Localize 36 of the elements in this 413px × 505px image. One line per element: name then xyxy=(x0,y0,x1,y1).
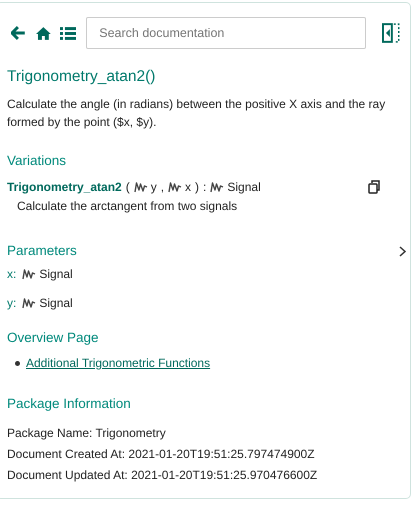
list-icon[interactable] xyxy=(60,26,76,40)
search-field[interactable]: Search documentation xyxy=(86,17,366,49)
chevron-right-icon[interactable] xyxy=(399,246,406,257)
section-heading: Package Information xyxy=(7,395,132,413)
overview-link[interactable]: Additional Trigonometric Functions xyxy=(26,354,210,372)
section-heading: Parameters xyxy=(7,242,78,260)
function-name: Trigonometry_atan2 xyxy=(7,178,122,196)
type-label: x xyxy=(185,178,192,196)
punctuation: ( xyxy=(126,178,130,196)
package-info-line: Document Created At: 2021-01-20T19:51:25.797474900Z xyxy=(7,446,316,464)
description-text: Calculate the angle (in radians) between the positive X axis and the ray formed by the point ($x, $y). xyxy=(7,96,386,132)
signal-icon xyxy=(134,180,148,192)
type-label: y xyxy=(150,178,157,196)
signal-icon xyxy=(168,180,182,192)
parameter-name: y: xyxy=(7,294,16,312)
parameter-name: x: xyxy=(7,266,16,283)
copy-icon[interactable] xyxy=(368,180,380,194)
package-info-line: Document Updated At: 2021-01-20T19:51:25.970476600Z xyxy=(7,467,318,484)
punctuation: : xyxy=(203,178,206,196)
punctuation: , xyxy=(160,178,164,196)
page-title: Trigonometry_atan2() xyxy=(7,67,156,87)
type-label: Signal xyxy=(39,294,73,312)
section-heading: Variations xyxy=(7,152,68,170)
home-icon[interactable] xyxy=(36,26,51,40)
signal-icon xyxy=(22,296,36,309)
punctuation: ) xyxy=(195,178,200,196)
type-label: Signal xyxy=(227,178,261,196)
signal-icon xyxy=(210,180,224,192)
signal-icon xyxy=(22,268,36,280)
section-heading: Overview Page xyxy=(7,328,100,347)
variation-description: Calculate the arctangent from two signals xyxy=(16,198,238,214)
back-arrow-icon[interactable] xyxy=(11,26,26,40)
panel-toggle-icon[interactable] xyxy=(382,23,400,43)
bullet-icon xyxy=(15,360,20,366)
package-info-line: Package Name: Trigonometry xyxy=(7,425,167,442)
type-label: Signal xyxy=(39,266,73,283)
